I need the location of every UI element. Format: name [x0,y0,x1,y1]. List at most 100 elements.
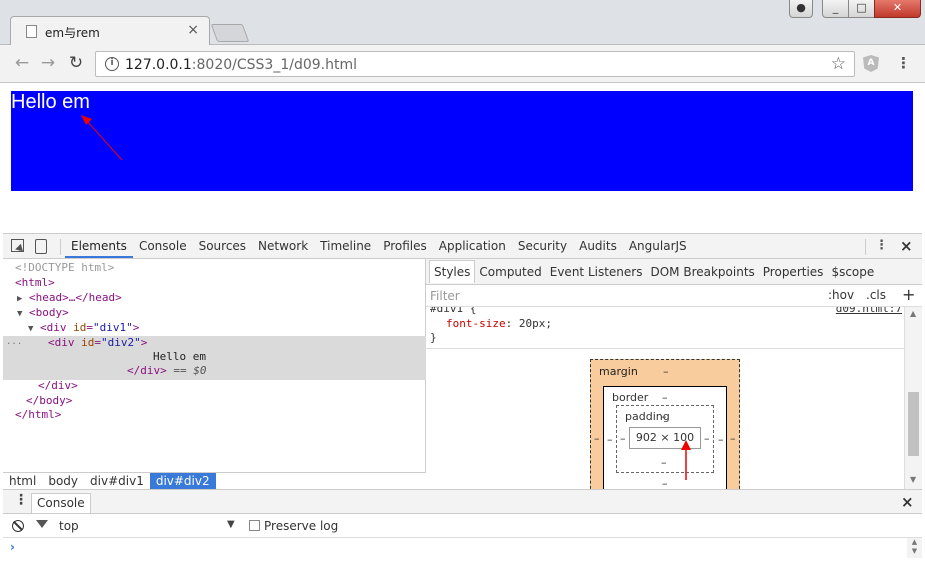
tab-elements[interactable]: Elements [65,234,133,258]
border-left-value[interactable]: – [607,433,613,446]
console-drawer-tab[interactable]: Console [31,493,91,513]
collapse-triangle-icon[interactable]: ▼ [17,309,22,319]
selected-ref: == $0 [166,364,207,377]
styles-scrollbar[interactable]: ▲ ▼ [904,307,922,489]
minimize-button[interactable]: _ [822,0,849,18]
bookmark-star-icon[interactable]: ☆ [831,54,846,74]
device-toolbar-icon[interactable] [35,239,47,254]
tab-console[interactable]: Console [133,234,193,258]
html-open-line[interactable]: <html> [15,276,55,291]
console-toolbar: top ▼ Preserve log [3,514,922,538]
drawer-menu-icon[interactable]: ⋮ [14,492,28,508]
div2-open-line[interactable]: <div id="div2"> [48,336,147,351]
filter-icon[interactable] [36,520,48,528]
context-selector[interactable]: top [59,519,79,533]
margin-right-value[interactable]: – [730,432,736,445]
tab-profiles[interactable]: Profiles [377,234,433,258]
div2-text-node[interactable]: Hello em [153,350,206,365]
styles-tab-dom-breakpoints[interactable]: DOM Breakpoints [646,261,758,283]
console-prompt[interactable]: › ▲ ▼ [3,538,922,558]
forward-icon[interactable]: → [38,53,58,73]
body-open-line[interactable]: ▼ <body> [17,306,69,322]
drawer-close-icon[interactable]: × [901,493,914,511]
scrollbar-thumb[interactable] [908,392,919,456]
border-top-value[interactable]: – [662,391,668,404]
angular-extension-icon[interactable]: A [863,55,879,72]
div1-close-line[interactable]: </div> [38,379,78,394]
devtools-menu-icon[interactable]: ⋮ [875,238,888,253]
breadcrumb-item[interactable]: div#div2 [149,473,216,489]
clear-console-icon[interactable] [12,520,24,532]
border-right-value[interactable]: – [718,433,724,446]
info-icon[interactable]: i [105,57,119,71]
expand-triangle-icon[interactable]: ▶ [17,294,22,304]
class-toggle[interactable]: .cls [866,288,886,302]
hover-state-toggle[interactable]: :hov [828,288,854,302]
head-tag: <head>…</head> [29,291,122,304]
tab-timeline[interactable]: Timeline [314,234,377,258]
tab-security[interactable]: Security [512,234,573,258]
html-close-line[interactable]: </html> [15,408,61,423]
styles-tab-computed[interactable]: Computed [475,261,545,283]
styles-tab-event-listeners[interactable]: Event Listeners [546,261,647,283]
browser-tab[interactable]: em与rem × [10,16,210,45]
styles-filter-input[interactable]: Filter [430,289,460,303]
box-model-content[interactable]: 902 × 100 [629,427,701,449]
reload-icon[interactable]: ↻ [66,53,86,73]
inspect-element-icon[interactable] [11,239,24,252]
divider [60,239,61,255]
maximize-button[interactable]: □ [848,0,875,18]
new-tab-button[interactable] [210,24,250,42]
breadcrumb-item[interactable]: div#div1 [84,473,150,489]
tab-close-icon[interactable]: × [187,22,199,38]
rule-source-link[interactable]: d09.html:7 [836,307,902,316]
dropdown-arrow-icon[interactable]: ▼ [227,519,235,530]
styles-tab-properties[interactable]: Properties [759,261,828,283]
doctype-line[interactable]: <!DOCTYPE html> [15,261,114,276]
breadcrumb-item[interactable]: html [3,473,42,489]
tab-audits[interactable]: Audits [573,234,623,258]
url-path: :8020/CSS3_1/d09.html [191,57,357,73]
margin-top-value[interactable]: – [663,365,669,378]
div1-open-line[interactable]: ▼ <div id="div1"> [28,321,139,337]
preserve-log-checkbox[interactable] [249,520,260,531]
divider [865,239,866,255]
div2-close-line[interactable]: </div> == $0 [127,364,207,379]
padding-right-value[interactable]: – [704,432,710,445]
collapse-triangle-icon[interactable]: ▼ [28,324,33,334]
devtools-close-icon[interactable]: × [900,237,913,255]
head-line[interactable]: ▶ <head>…</head> [17,291,122,307]
address-bar[interactable]: i 127.0.0.1:8020/CSS3_1/d09.html ☆ [95,51,855,77]
breadcrumb-item[interactable]: body [42,473,84,489]
padding-left-value[interactable]: – [620,432,626,445]
div2-attr-name: id [81,336,95,349]
body-close-line[interactable]: </body> [26,394,72,409]
rule-declaration[interactable]: font-size: 20px; [446,317,552,331]
padding-top-value[interactable]: – [661,410,667,423]
tab-network[interactable]: Network [252,234,314,258]
back-icon[interactable]: ← [12,53,32,73]
preserve-log-label[interactable]: Preserve log [264,519,338,533]
browser-menu-icon[interactable]: ⋮ [896,54,911,72]
new-rule-icon[interactable]: + [902,285,915,304]
styles-tab-styles[interactable]: Styles [429,260,476,283]
tab-application[interactable]: Application [433,234,512,258]
rule-selector[interactable]: #div1 { [430,307,476,316]
styles-filter-row: Filter :hov .cls + [426,285,922,307]
scroll-up-icon[interactable]: ▲ [910,309,916,318]
tab-sources[interactable]: Sources [193,234,252,258]
console-scroll-icon[interactable]: ▲ ▼ [907,538,922,558]
div1-attr-name: id [73,321,87,334]
styles-tab-scope[interactable]: $scope [827,261,878,283]
margin-left-value[interactable]: – [594,432,600,445]
profile-button[interactable]: ● [789,0,813,18]
tab-angularjs[interactable]: AngularJS [623,234,693,258]
console-drawer-header: ⋮ Console × [3,489,922,514]
close-window-button[interactable]: ✕ [874,0,921,18]
url-text[interactable]: 127.0.0.1:8020/CSS3_1/d09.html [125,57,357,73]
prompt-caret-icon: › [10,540,15,554]
border-bottom-value[interactable]: – [662,477,668,489]
padding-bottom-value[interactable]: – [661,456,667,469]
node-actions-dots[interactable]: ... [6,335,22,350]
scroll-down-icon[interactable]: ▼ [910,475,916,484]
